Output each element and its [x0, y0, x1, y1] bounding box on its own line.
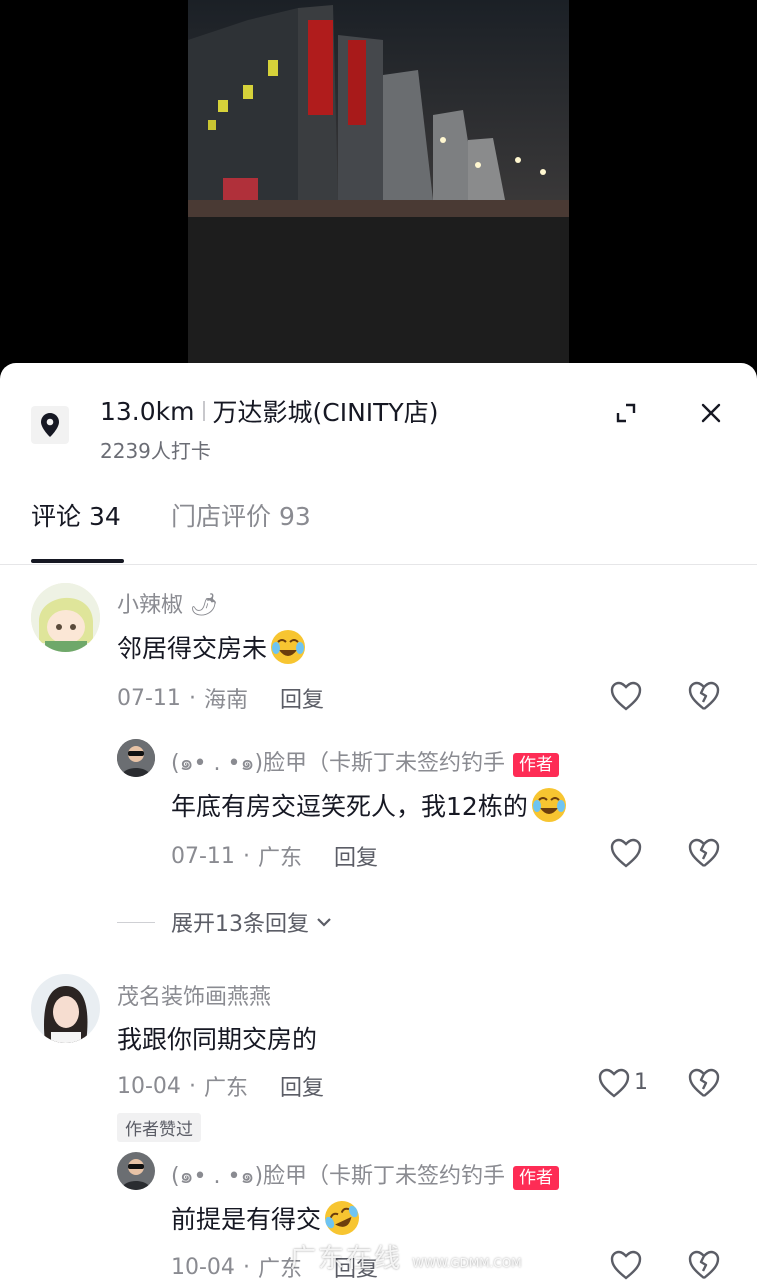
title-separator: [202, 401, 205, 421]
meta-dot: ·: [242, 1254, 250, 1280]
comment-region: 海南: [203, 688, 248, 713]
watermark-url: WWW.GDMM.COM: [412, 1256, 522, 1270]
reply-username-text[interactable]: (๑• . •๑)脸甲（卡斯丁未签约钓手: [171, 751, 505, 776]
heart-icon[interactable]: [608, 835, 644, 871]
comment-username[interactable]: 小辣椒 🌶: [117, 587, 218, 619]
comment-text: 邻居得交房未: [117, 628, 307, 666]
expand-replies-button[interactable]: 展开13条回复: [117, 906, 335, 938]
author-liked-badge: 作者赞过: [117, 1113, 201, 1142]
location-name: 万达影城(CINITY店): [212, 398, 439, 427]
location-header: 13.0km 万达影城(CINITY店) 2239人打卡: [0, 363, 757, 473]
reply-button[interactable]: 回复: [334, 840, 378, 872]
divider-line: [117, 921, 155, 923]
site-watermark: 广东在线 WWW.GDMM.COM: [290, 1238, 522, 1275]
broken-heart-icon[interactable]: [686, 835, 722, 871]
tab-active-indicator: [31, 559, 124, 563]
like-count: 1: [634, 1070, 648, 1095]
comment-date: 07-11: [117, 685, 181, 711]
comment-meta: 07-11 · 海南 回复: [117, 682, 324, 714]
heart-icon[interactable]: [608, 678, 644, 714]
expand-replies-label: 展开13条回复: [171, 912, 309, 937]
avatar[interactable]: [31, 974, 100, 1043]
comment-region: 广东: [203, 1076, 248, 1101]
video-thumbnail: [188, 0, 569, 217]
reply-text-content: 前提是有得交: [171, 1205, 322, 1234]
reply-text: 年底有房交逗笑死人，我12栋的: [171, 786, 568, 824]
author-tag: 作者: [513, 1166, 560, 1190]
video-area[interactable]: [0, 0, 757, 380]
reply-username: (๑• . •๑)脸甲（卡斯丁未签约钓手 作者: [171, 745, 560, 780]
broken-heart-icon[interactable]: [686, 1065, 722, 1101]
location-comment-sheet: 13.0km 万达影城(CINITY店) 2239人打卡 评论 34 门店评价 …: [0, 363, 757, 1280]
meta-dot: ·: [242, 843, 250, 869]
rofl-emoji-icon: [325, 1201, 360, 1235]
heart-icon[interactable]: [596, 1065, 632, 1101]
heart-icon[interactable]: [608, 1247, 644, 1280]
video-frame[interactable]: [188, 0, 569, 380]
reply-button[interactable]: 回复: [280, 1070, 324, 1102]
location-title[interactable]: 13.0km 万达影城(CINITY店): [100, 393, 438, 429]
comment-username[interactable]: 茂名装饰画燕燕: [117, 979, 271, 1011]
meta-dot: ·: [188, 1073, 196, 1099]
comment-meta: 10-04 · 广东 回复: [117, 1070, 324, 1102]
reply-avatar[interactable]: [117, 739, 155, 777]
comment-text-content: 邻居得交房未: [117, 634, 268, 663]
location-distance: 13.0km: [100, 396, 195, 426]
reply-text: 前提是有得交: [171, 1199, 361, 1237]
crying-laughing-emoji-icon: [271, 630, 306, 664]
author-tag: 作者: [513, 753, 560, 777]
tab-bar: 评论 34 门店评价 93: [0, 491, 757, 565]
reply-username: (๑• . •๑)脸甲（卡斯丁未签约钓手 作者: [171, 1158, 560, 1193]
watermark-text: 广东在线: [290, 1244, 403, 1274]
reply-date: 07-11: [171, 843, 235, 869]
comment-text: 我跟你同期交房的: [117, 1025, 318, 1054]
reply-button[interactable]: 回复: [280, 682, 324, 714]
meta-dot: ·: [188, 685, 196, 711]
tab-comments[interactable]: 评论 34: [31, 497, 121, 533]
avatar[interactable]: [31, 583, 100, 652]
location-pin-icon: [31, 406, 69, 444]
checkin-count: 2239人打卡: [100, 439, 211, 463]
comment-date: 10-04: [117, 1073, 181, 1099]
reply-date: 10-04: [171, 1254, 235, 1280]
reply-region: 广东: [257, 846, 302, 871]
chevron-down-icon: [317, 918, 331, 927]
reply-username-text[interactable]: (๑• . •๑)脸甲（卡斯丁未签约钓手: [171, 1164, 505, 1189]
reply-avatar[interactable]: [117, 1152, 155, 1190]
crying-laughing-emoji-icon: [531, 788, 566, 822]
broken-heart-icon[interactable]: [686, 1247, 722, 1280]
broken-heart-icon[interactable]: [686, 678, 722, 714]
expand-icon[interactable]: [610, 397, 642, 429]
close-icon[interactable]: [695, 397, 727, 429]
reply-meta: 07-11 · 广东 回复: [171, 840, 378, 872]
tab-store-reviews[interactable]: 门店评价 93: [171, 497, 311, 533]
reply-text-content: 年底有房交逗笑死人，我12栋的: [171, 792, 528, 821]
